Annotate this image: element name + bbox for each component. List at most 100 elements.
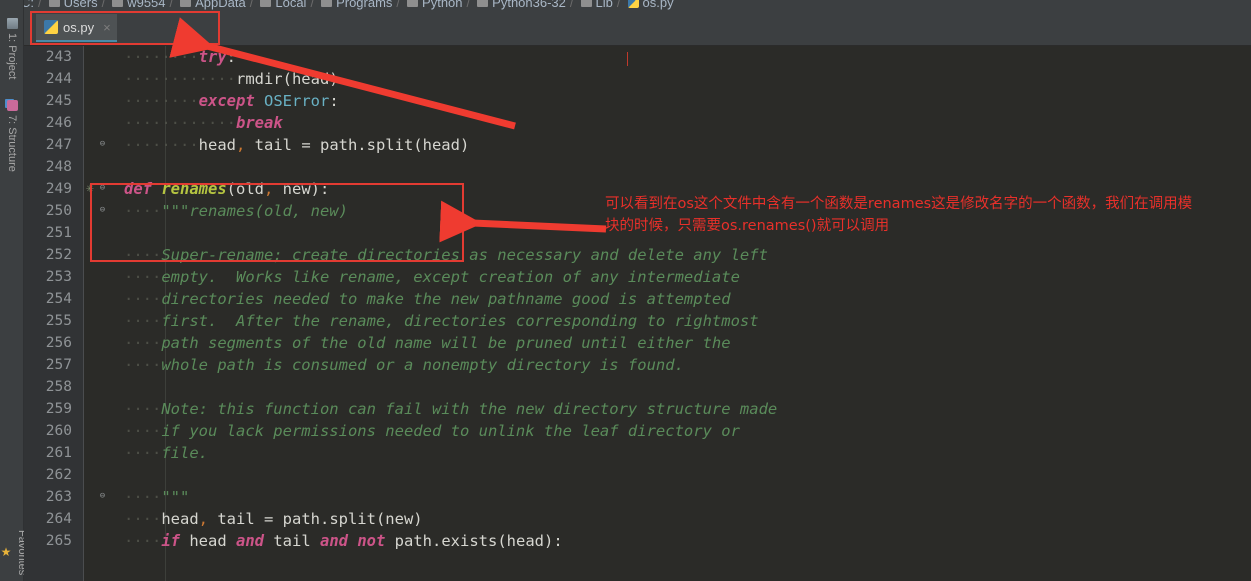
line-number: 248	[45, 159, 72, 175]
breadcrumb-item-label: Lib	[595, 0, 613, 10]
line-number: 265	[45, 533, 72, 549]
code-line-text: def renames(old, new):	[124, 180, 330, 198]
tab-label: os.py	[63, 19, 95, 35]
line-number: 249	[45, 181, 72, 197]
code-line[interactable]: 245 ········except OSError:	[24, 90, 1251, 112]
tool-window-sidebar: 1: Project 7: Structure ★ Favorites	[0, 0, 28, 581]
sidebar-item-favorites[interactable]: ★ Favorites	[0, 526, 28, 575]
line-number: 252	[45, 247, 72, 263]
breadcrumb-item-label: Python	[422, 0, 463, 10]
code-line-text: ····Super-rename; create directories as …	[124, 246, 768, 264]
line-number: 259	[45, 401, 72, 417]
code-line[interactable]: 265 ····if head and tail and not path.exi…	[24, 530, 1251, 552]
code-line[interactable]: 257 ····whole path is consumed or a nonem…	[24, 354, 1251, 376]
structure-tool-icon	[6, 100, 18, 111]
code-line-text: ····file.	[124, 444, 208, 462]
code-line[interactable]: 259 ····Note: this function can fail with…	[24, 398, 1251, 420]
code-line[interactable]: 264 ····head, tail = path.split(new)	[24, 508, 1251, 530]
code-line[interactable]: 254 ····directories needed to make the ne…	[24, 288, 1251, 310]
line-number: 247	[45, 137, 72, 153]
line-number: 251	[45, 225, 72, 241]
tab-os-py[interactable]: os.py ×	[36, 14, 117, 42]
sidebar-item-project[interactable]: 1: Project	[0, 14, 24, 79]
code-line-text: ····path segments of the old name will b…	[124, 334, 731, 352]
code-line[interactable]: 262	[24, 464, 1251, 486]
code-editor[interactable]: 243 ········try: 244 ············rmdir(head…	[24, 46, 1251, 581]
code-line[interactable]: 246 ············break	[24, 112, 1251, 134]
gutter-marker-icon[interactable]: ✳	[86, 181, 94, 197]
code-line[interactable]: 261 ····file.	[24, 442, 1251, 464]
code-line-text: ····head, tail = path.split(new)	[124, 510, 423, 528]
sidebar-item-label: 1: Project	[6, 33, 18, 80]
breadcrumb-item-local[interactable]: Local	[254, 0, 309, 10]
python-file-icon	[44, 20, 58, 34]
code-line[interactable]: 247 ⊖ ········head, tail = path.split(head…	[24, 134, 1251, 156]
code-line-text: ············rmdir(head)	[124, 70, 339, 88]
code-line-text: ········try:	[124, 48, 236, 66]
folder-icon	[321, 0, 333, 7]
breadcrumb-item-python3632[interactable]: Python36-32	[471, 0, 569, 10]
line-number: 250	[45, 203, 72, 219]
folder-icon	[407, 0, 419, 7]
python-file-icon	[627, 0, 639, 8]
code-line[interactable]: 263 ⊖ ····"""	[24, 486, 1251, 508]
line-number: 256	[45, 335, 72, 351]
line-number: 255	[45, 313, 72, 329]
project-tool-icon	[6, 18, 18, 29]
annotation-note-line-2: 块的时候，只需要os.renames()就可以调用	[605, 218, 890, 234]
text-caret	[627, 52, 628, 66]
code-line[interactable]: 248	[24, 156, 1251, 178]
code-line-text: ····"""	[124, 488, 190, 506]
editor-tab-bar: os.py ×	[24, 12, 1251, 46]
sidebar-item-structure[interactable]: 7: Structure	[0, 96, 24, 172]
line-number: 260	[45, 423, 72, 439]
breadcrumb-item-label: Users	[63, 0, 98, 10]
breadcrumb-item-users[interactable]: Users	[43, 0, 101, 10]
code-line-text: ····Note: this function can fail with th…	[124, 400, 778, 418]
code-fold-toggle-icon[interactable]: ⊖	[97, 205, 108, 216]
code-fold-toggle-icon[interactable]: ⊖	[97, 139, 108, 150]
breadcrumb-item-label: AppData	[195, 0, 246, 10]
breadcrumb-item-python[interactable]: Python	[401, 0, 465, 10]
code-line[interactable]: 256 ····path segments of the old name wil…	[24, 332, 1251, 354]
code-line-text: ····whole path is consumed or a nonempty…	[124, 356, 684, 374]
line-number: 263	[45, 489, 72, 505]
sidebar-item-label: 7: Structure	[6, 115, 18, 172]
code-line[interactable]: 243 ········try:	[24, 46, 1251, 68]
folder-icon	[580, 0, 592, 7]
line-number: 264	[45, 511, 72, 527]
file-path-breadcrumb[interactable]: C: / Users / w9554/AppData / Local / Programs / Py…	[0, 0, 1251, 12]
code-line[interactable]: 244 ············rmdir(head)	[24, 68, 1251, 90]
code-line[interactable]: 252 ····Super-rename; create directories …	[24, 244, 1251, 266]
line-number: 262	[45, 467, 72, 483]
folder-icon	[260, 0, 272, 7]
folder-icon	[180, 0, 192, 7]
code-line[interactable]: 258	[24, 376, 1251, 398]
code-line[interactable]: 255 ····first. After the rename, director…	[24, 310, 1251, 332]
code-line-text: ········except OSError:	[124, 92, 339, 110]
line-number: 244	[45, 71, 72, 87]
code-line-list: 243 ········try: 244 ············rmdir(head…	[24, 46, 1251, 552]
breadcrumb-item-w9554[interactable]: w9554	[106, 0, 168, 10]
breadcrumb-item-ospy[interactable]: os.py	[622, 0, 677, 10]
line-number: 246	[45, 115, 72, 131]
code-fold-toggle-icon[interactable]: ⊖	[97, 183, 108, 194]
breadcrumb-item-label: Local	[275, 0, 307, 10]
code-fold-toggle-icon[interactable]: ⊖	[97, 491, 108, 502]
breadcrumb-item-appdata[interactable]: AppData	[174, 0, 249, 10]
close-icon[interactable]: ×	[103, 20, 111, 35]
breadcrumb-item-programs[interactable]: Programs	[315, 0, 395, 10]
code-line[interactable]: 260 ····if you lack permissions needed to…	[24, 420, 1251, 442]
breadcrumb-item-lib[interactable]: Lib	[575, 0, 616, 10]
folder-icon	[48, 0, 60, 7]
breadcrumb-item-label: os.py	[642, 0, 674, 10]
code-line[interactable]: 253 ····empty. Works like rename, except …	[24, 266, 1251, 288]
annotation-note: 可以看到在os这个文件中含有一个函数是renames这是修改名字的一个函数，我们…	[605, 193, 1251, 237]
code-line-text: ············break	[124, 114, 283, 132]
line-number: 243	[45, 49, 72, 65]
line-number: 258	[45, 379, 72, 395]
star-icon: ★	[0, 545, 13, 560]
breadcrumb-item-label: w9554	[127, 0, 166, 10]
line-number: 253	[45, 269, 72, 285]
code-line-text: ····if head and tail and not path.exists…	[124, 532, 563, 550]
